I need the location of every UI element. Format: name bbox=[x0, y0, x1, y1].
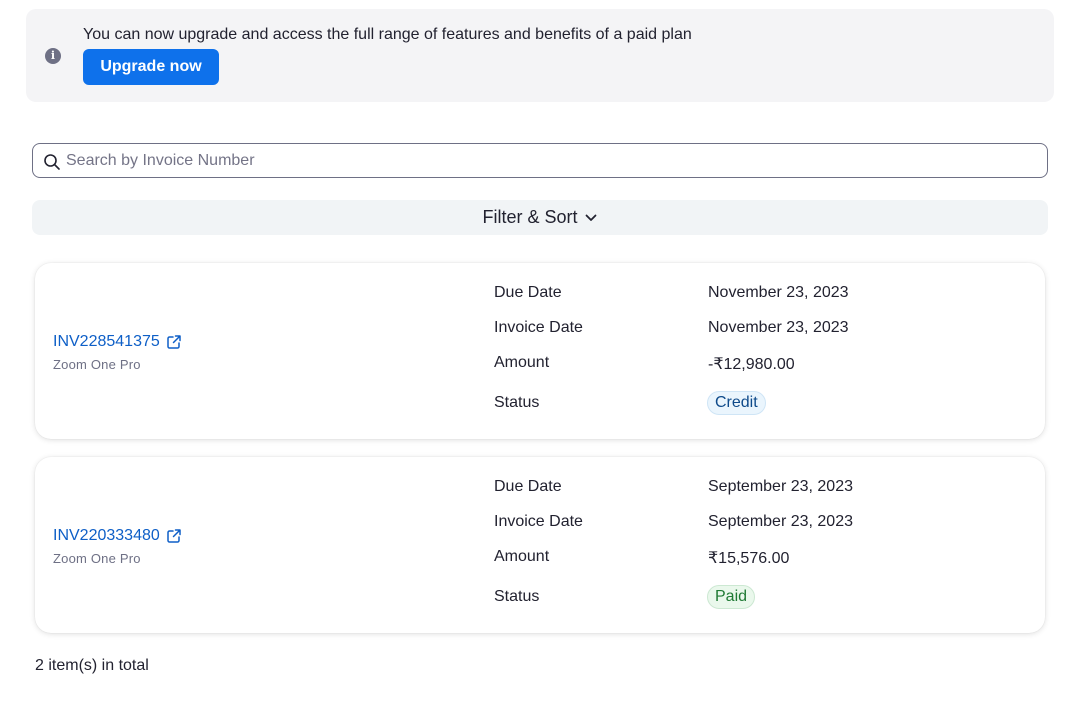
chevron-down-icon bbox=[585, 214, 596, 221]
plan-name: Zoom One Pro bbox=[53, 357, 141, 372]
status-badge: Credit bbox=[707, 391, 766, 415]
status-label: Status bbox=[494, 394, 540, 411]
amount-value: ₹15,576.00 bbox=[708, 550, 790, 567]
amount-value: -₹12,980.00 bbox=[708, 356, 795, 373]
status-label: Status bbox=[494, 588, 540, 605]
invoice-link[interactable]: INV228541375 bbox=[53, 333, 182, 351]
search-box[interactable] bbox=[32, 143, 1048, 178]
filter-sort-label: Filter & Sort bbox=[482, 207, 578, 227]
due-date-label: Due Date bbox=[494, 284, 562, 301]
amount-label: Amount bbox=[494, 354, 550, 371]
status-badge: Paid bbox=[707, 585, 756, 609]
invoice-date-label: Invoice Date bbox=[494, 513, 583, 530]
upgrade-banner: i You can now upgrade and access the ful… bbox=[26, 9, 1054, 102]
upgrade-now-button[interactable]: Upgrade now bbox=[83, 49, 219, 85]
invoice-card: INV228541375 Zoom One Pro Due Date Novem… bbox=[35, 263, 1045, 439]
items-total: 2 item(s) in total bbox=[35, 657, 149, 674]
invoice-card: INV220333480 Zoom One Pro Due Date Septe… bbox=[35, 457, 1045, 633]
invoice-search-input[interactable] bbox=[66, 144, 1036, 177]
amount-label: Amount bbox=[494, 548, 550, 565]
external-link-icon[interactable] bbox=[166, 334, 182, 350]
info-icon: i bbox=[45, 48, 61, 64]
invoice-date-label: Invoice Date bbox=[494, 319, 583, 336]
banner-message: You can now upgrade and access the full … bbox=[83, 26, 692, 43]
due-date-value: November 23, 2023 bbox=[708, 284, 849, 301]
invoice-link[interactable]: INV220333480 bbox=[53, 527, 182, 545]
search-icon bbox=[44, 154, 60, 170]
invoice-date-value: November 23, 2023 bbox=[708, 319, 849, 336]
due-date-label: Due Date bbox=[494, 478, 562, 495]
filter-sort-button[interactable]: Filter & Sort bbox=[32, 200, 1048, 235]
invoice-number[interactable]: INV228541375 bbox=[53, 333, 160, 351]
invoice-date-value: September 23, 2023 bbox=[708, 513, 853, 530]
plan-name: Zoom One Pro bbox=[53, 551, 141, 566]
invoice-number[interactable]: INV220333480 bbox=[53, 527, 160, 545]
due-date-value: September 23, 2023 bbox=[708, 478, 853, 495]
external-link-icon[interactable] bbox=[166, 528, 182, 544]
